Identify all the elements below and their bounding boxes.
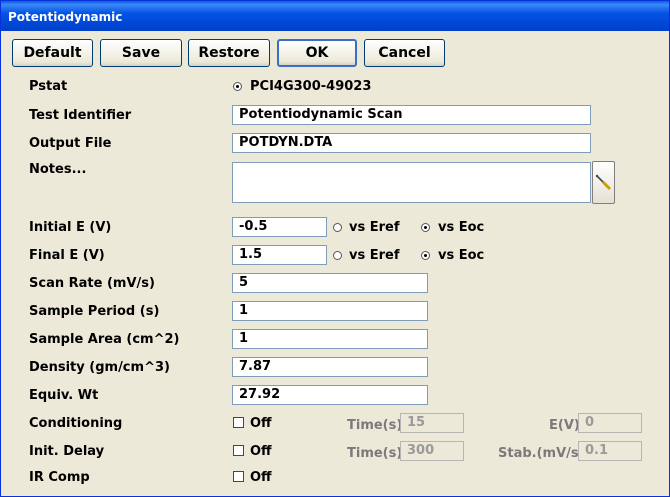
density-label: Density (gm/cm^3) xyxy=(29,360,170,375)
initial-e-vs-eref-radio[interactable] xyxy=(333,223,342,232)
dialog-window: Potentiodynamic Default Save Restore OK … xyxy=(0,0,670,497)
ir-comp-label: IR Comp xyxy=(29,470,90,485)
conditioning-label: Conditioning xyxy=(29,416,123,431)
conditioning-time-label: Time(s) xyxy=(347,418,403,433)
pstat-radio[interactable] xyxy=(233,82,242,91)
notes-input[interactable] xyxy=(232,162,591,203)
initial-e-input[interactable]: -0.5 xyxy=(232,217,327,237)
conditioning-checkbox[interactable] xyxy=(233,417,244,428)
final-e-label: Final E (V) xyxy=(29,248,105,263)
conditioning-off-label: Off xyxy=(250,416,272,431)
init-delay-off-label: Off xyxy=(250,444,272,459)
final-e-vs-eoc-label: vs Eoc xyxy=(438,248,485,263)
init-delay-checkbox[interactable] xyxy=(233,445,244,456)
initial-e-label: Initial E (V) xyxy=(29,220,112,235)
title-bar[interactable]: Potentiodynamic xyxy=(1,1,669,31)
ok-button[interactable]: OK xyxy=(277,39,357,67)
save-button[interactable]: Save xyxy=(100,39,182,67)
init-delay-time-label: Time(s) xyxy=(347,446,403,461)
initial-e-vs-eoc-label: vs Eoc xyxy=(438,220,485,235)
final-e-vs-eref-radio[interactable] xyxy=(333,251,342,260)
window-title: Potentiodynamic xyxy=(8,10,123,24)
output-file-label: Output File xyxy=(29,136,112,151)
init-delay-label: Init. Delay xyxy=(29,444,105,459)
final-e-vs-eref-label: vs Eref xyxy=(349,248,400,263)
sample-area-input[interactable]: 1 xyxy=(232,329,428,349)
restore-button[interactable]: Restore xyxy=(188,39,270,67)
sample-period-input[interactable]: 1 xyxy=(232,301,428,321)
ir-comp-checkbox[interactable] xyxy=(233,471,244,482)
output-file-input[interactable]: POTDYN.DTA xyxy=(232,133,591,153)
sample-period-label: Sample Period (s) xyxy=(29,304,160,319)
density-input[interactable]: 7.87 xyxy=(232,357,428,377)
scan-rate-input[interactable]: 5 xyxy=(232,273,428,293)
initial-e-vs-eref-label: vs Eref xyxy=(349,220,400,235)
initial-e-vs-eoc-radio[interactable] xyxy=(421,223,430,232)
conditioning-e-label: E(V) xyxy=(549,418,580,433)
sample-area-label: Sample Area (cm^2) xyxy=(29,332,180,347)
notes-edit-button[interactable] xyxy=(592,161,615,204)
equiv-wt-input[interactable]: 27.92 xyxy=(232,385,428,405)
conditioning-e-input[interactable]: 0 xyxy=(578,413,642,433)
final-e-vs-eoc-radio[interactable] xyxy=(421,251,430,260)
init-delay-stab-label: Stab.(mV/s) xyxy=(498,446,585,461)
equiv-wt-label: Equiv. Wt xyxy=(29,388,99,403)
cancel-button[interactable]: Cancel xyxy=(364,39,445,67)
final-e-input[interactable]: 1.5 xyxy=(232,245,327,265)
test-identifier-label: Test Identifier xyxy=(29,108,132,123)
pstat-label: Pstat xyxy=(29,79,68,94)
init-delay-time-input[interactable]: 300 xyxy=(400,441,464,461)
scan-rate-label: Scan Rate (mV/s) xyxy=(29,276,155,291)
init-delay-stab-input[interactable]: 0.1 xyxy=(578,441,642,461)
test-identifier-input[interactable]: Potentiodynamic Scan xyxy=(232,105,591,125)
default-button[interactable]: Default xyxy=(12,39,93,67)
pstat-value: PCI4G300-49023 xyxy=(250,79,372,94)
conditioning-time-input[interactable]: 15 xyxy=(400,413,464,433)
notes-label: Notes... xyxy=(29,162,87,177)
screwdriver-icon xyxy=(595,174,612,191)
ir-comp-off-label: Off xyxy=(250,470,272,485)
